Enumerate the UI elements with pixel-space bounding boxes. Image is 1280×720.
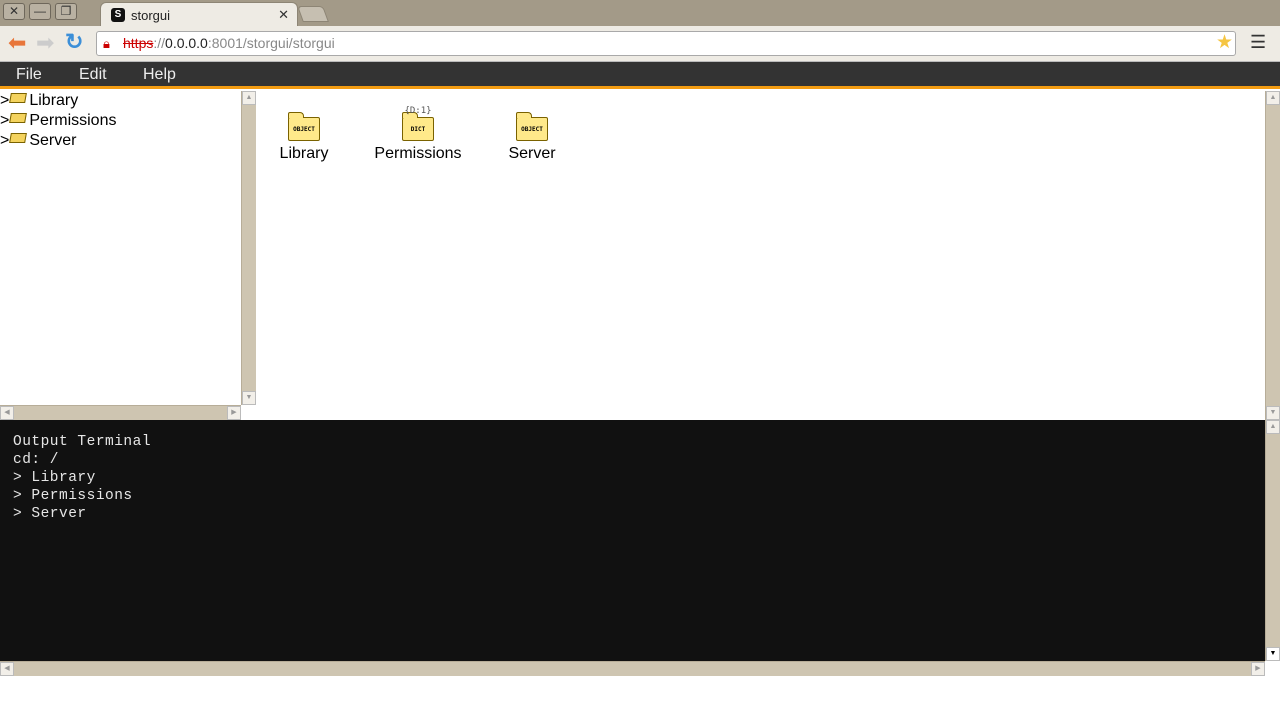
bookmark-star-icon[interactable]: ★ bbox=[1216, 31, 1233, 54]
menu-file[interactable]: File bbox=[16, 66, 42, 84]
window-titlebar: ✕ — ❐ S storgui ✕ bbox=[0, 0, 1280, 28]
terminal-title: Output Terminal bbox=[13, 434, 152, 450]
site-favicon-icon: S bbox=[111, 8, 125, 22]
menu-edit[interactable]: Edit bbox=[79, 66, 107, 84]
output-terminal: Output Terminal cd: / > Library > Permis… bbox=[0, 420, 1265, 661]
insecure-lock-icon: 🔒︎ bbox=[103, 36, 110, 51]
scroll-down-icon[interactable]: ▼ bbox=[1266, 406, 1280, 420]
window-close-button[interactable]: ✕ bbox=[3, 3, 25, 20]
address-bar[interactable]: 🔒︎ https://0.0.0.0:8001/storgui/storgui … bbox=[96, 31, 1236, 56]
url-scheme: https bbox=[123, 35, 154, 51]
tree-vertical-scrollbar[interactable]: ▲ ▼ bbox=[241, 91, 256, 405]
scroll-down-icon[interactable]: ▼ bbox=[1266, 647, 1280, 661]
terminal-line: cd: / bbox=[13, 452, 60, 468]
scroll-up-icon[interactable]: ▲ bbox=[1266, 91, 1280, 105]
main-icon-view: OBJECT Library {D:1} DICT Permissions OBJ… bbox=[256, 91, 1265, 420]
tree-item-label: Server bbox=[29, 132, 77, 149]
tree-item-label: Library bbox=[29, 92, 79, 109]
icon-server[interactable]: OBJECT Server bbox=[502, 111, 562, 163]
folder-icon: {D:1} DICT bbox=[402, 106, 434, 141]
icon-library[interactable]: OBJECT Library bbox=[274, 111, 334, 163]
tree-horizontal-scrollbar[interactable]: ◀ ▶ bbox=[0, 405, 241, 420]
main-vertical-scrollbar[interactable]: ▲ ▼ bbox=[1265, 91, 1280, 420]
terminal-vertical-scrollbar[interactable]: ▲ ▼ bbox=[1265, 420, 1280, 661]
url-sep: :// bbox=[153, 35, 166, 51]
chrome-menu-icon[interactable]: ☰ bbox=[1250, 32, 1266, 53]
url-path: :8001/storgui/storgui bbox=[207, 35, 335, 51]
folder-icon bbox=[9, 113, 28, 123]
window-minimize-button[interactable]: — bbox=[29, 3, 51, 20]
scroll-left-icon[interactable]: ◀ bbox=[0, 662, 14, 676]
folder-type-label: DICT bbox=[410, 126, 426, 133]
folder-icon bbox=[9, 93, 28, 103]
url-host: 0.0.0.0 bbox=[165, 35, 208, 51]
scroll-up-icon[interactable]: ▲ bbox=[242, 91, 256, 105]
tree-item-label: Permissions bbox=[29, 112, 117, 129]
scroll-left-icon[interactable]: ◀ bbox=[0, 406, 14, 420]
scroll-up-icon[interactable]: ▲ bbox=[1266, 420, 1280, 434]
new-tab-button[interactable] bbox=[297, 6, 329, 22]
tree-item-server[interactable]: > Server bbox=[0, 131, 76, 151]
expander-icon[interactable]: > bbox=[0, 112, 9, 129]
back-arrow-icon[interactable]: ⬅ bbox=[8, 30, 26, 56]
app-menubar: File Edit Help bbox=[0, 62, 1280, 89]
folder-sketch: {D:1} bbox=[404, 106, 432, 116]
tree-item-permissions[interactable]: > Permissions bbox=[0, 111, 116, 131]
terminal-line: > Library bbox=[13, 470, 96, 486]
terminal-line: > Server bbox=[13, 506, 87, 522]
folder-icon: OBJECT bbox=[516, 112, 548, 141]
icon-label: Permissions bbox=[374, 145, 462, 162]
icon-permissions[interactable]: {D:1} DICT Permissions bbox=[372, 106, 464, 163]
terminal-line: > Permissions bbox=[13, 488, 133, 504]
browser-toolbar: ⬅ ➡ ↻ 🔒︎ https://0.0.0.0:8001/storgui/st… bbox=[0, 26, 1280, 62]
tab-title: storgui bbox=[131, 8, 171, 23]
window-restore-button[interactable]: ❐ bbox=[55, 3, 77, 20]
icon-label: Library bbox=[279, 145, 329, 162]
tab-close-icon[interactable]: ✕ bbox=[278, 7, 289, 23]
folder-type-label: OBJECT bbox=[293, 126, 315, 133]
expander-icon[interactable]: > bbox=[0, 92, 9, 109]
scroll-right-icon[interactable]: ▶ bbox=[227, 406, 241, 420]
scroll-right-icon[interactable]: ▶ bbox=[1251, 662, 1265, 676]
folder-icon bbox=[9, 133, 28, 143]
forward-arrow-icon[interactable]: ➡ bbox=[36, 30, 54, 56]
menu-help[interactable]: Help bbox=[143, 66, 176, 84]
tree-item-library[interactable]: > Library bbox=[0, 91, 78, 111]
terminal-horizontal-scrollbar[interactable]: ◀ ▶ bbox=[0, 661, 1265, 676]
folder-icon: OBJECT bbox=[288, 112, 320, 141]
browser-tab[interactable]: S storgui ✕ bbox=[100, 2, 298, 28]
reload-icon[interactable]: ↻ bbox=[65, 29, 83, 55]
tree-panel: > Library > Permissions > Server bbox=[0, 91, 241, 405]
expander-icon[interactable]: > bbox=[0, 132, 9, 149]
icon-label: Server bbox=[508, 145, 556, 162]
folder-type-label: OBJECT bbox=[521, 126, 543, 133]
scroll-down-icon[interactable]: ▼ bbox=[242, 391, 256, 405]
